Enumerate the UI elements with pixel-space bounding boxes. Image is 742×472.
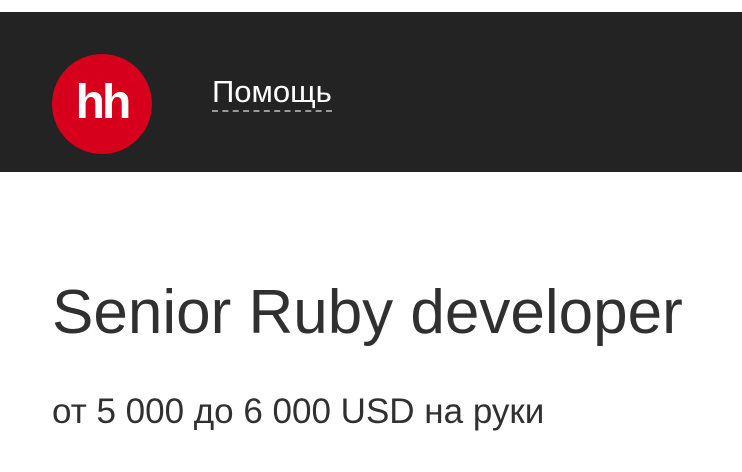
hh-logo[interactable]: hh — [52, 54, 152, 154]
vacancy-salary: от 5 000 до 6 000 USD на руки — [52, 392, 545, 431]
help-link[interactable]: Помощь — [212, 74, 332, 112]
top-strip — [0, 0, 742, 12]
vacancy-page: hh Помощь Senior Ruby developer от 5 000… — [0, 0, 742, 472]
site-header: hh Помощь — [0, 12, 742, 172]
logo-text: hh — [75, 75, 132, 129]
vacancy-title: Senior Ruby developer — [52, 278, 683, 347]
